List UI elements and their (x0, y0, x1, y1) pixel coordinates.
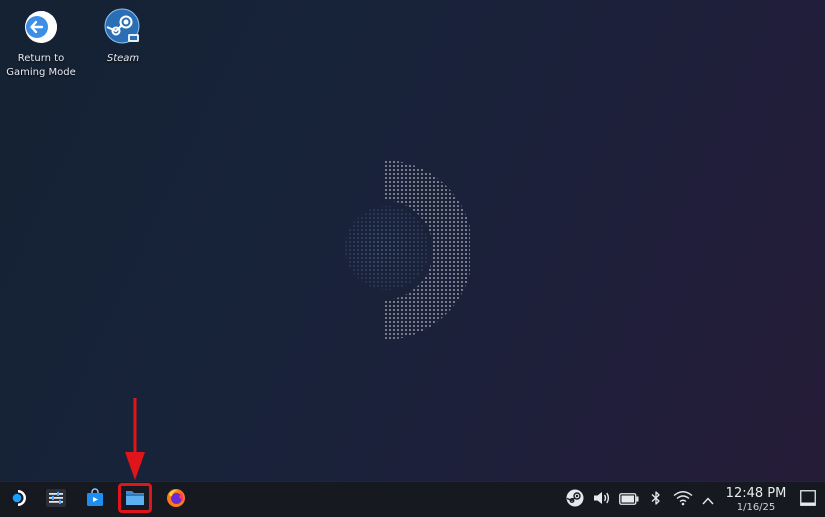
desktop-icon-label: Return to Gaming Mode (6, 52, 76, 80)
clock[interactable]: 12:48 PM 1/16/25 (716, 486, 796, 514)
wifi-button[interactable] (672, 482, 694, 517)
show-desktop-button[interactable] (798, 482, 818, 517)
label-line-2: Gaming Mode (6, 67, 76, 78)
system-settings-button[interactable] (40, 482, 72, 517)
clock-time: 12:48 PM (725, 486, 787, 501)
volume-button[interactable] (592, 482, 612, 517)
desktop-icon-return-to-gaming-mode[interactable]: Return to Gaming Mode (1, 8, 81, 80)
expand-tray-button[interactable] (700, 482, 716, 517)
battery-icon (619, 490, 639, 509)
clock-date: 1/16/25 (736, 502, 776, 513)
battery-button[interactable] (618, 482, 640, 517)
desktop-icon-steam[interactable]: Steam (83, 8, 163, 66)
label-line-1: Return to (17, 53, 65, 64)
shopping-bag-icon (86, 488, 104, 511)
speaker-icon (593, 490, 611, 510)
steam-tray-button[interactable] (565, 482, 585, 517)
sliders-icon (46, 488, 66, 511)
file-manager-button[interactable] (119, 482, 151, 517)
desktop-icon-label: Steam (106, 53, 140, 64)
firefox-icon (166, 488, 186, 512)
folder-icon (125, 489, 145, 510)
return-arrow-icon (22, 8, 60, 46)
bluetooth-icon (651, 490, 661, 510)
wallpaper-logo-circle (340, 200, 435, 295)
wallpaper (340, 155, 470, 345)
app-launcher-button[interactable] (2, 482, 34, 517)
chevron-up-icon (702, 490, 714, 509)
firefox-button[interactable] (160, 482, 192, 517)
steam-icon (104, 8, 142, 46)
show-desktop-icon (800, 489, 816, 510)
bluetooth-button[interactable] (648, 482, 664, 517)
steamdeck-logo-icon (9, 489, 27, 511)
wifi-icon (673, 490, 693, 510)
steam-icon (566, 489, 584, 511)
taskbar: 12:48 PM 1/16/25 (0, 481, 825, 517)
discover-store-button[interactable] (79, 482, 111, 517)
